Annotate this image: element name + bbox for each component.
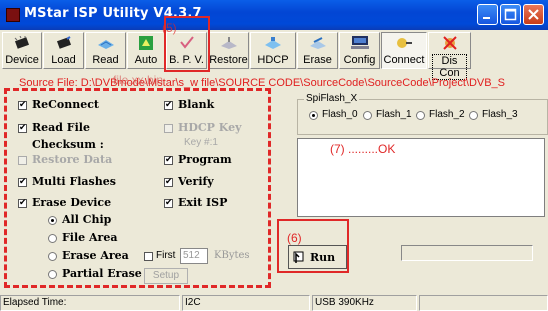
toolbar-config-button[interactable]: Config	[339, 32, 380, 69]
toolbar-disconnect-button[interactable]: Dis Con	[428, 32, 471, 80]
reconnect-checkbox[interactable]	[18, 99, 27, 110]
toolbar-device-button[interactable]: Device	[2, 32, 42, 69]
hdcp-icon	[265, 37, 281, 49]
multi-flashes-checkbox[interactable]	[18, 176, 27, 187]
hdcp-key-checkbox[interactable]	[164, 124, 173, 133]
erase-icon	[309, 37, 326, 49]
blank-label: Blank	[178, 98, 215, 111]
status-interface: I2C	[182, 295, 310, 311]
exit-isp-label: Exit ISP	[178, 196, 228, 209]
verify-checkbox[interactable]	[164, 176, 173, 187]
program-checkbox[interactable]	[164, 154, 173, 165]
file-area-label: File Area	[62, 231, 118, 244]
erase-device-checkbox[interactable]	[18, 197, 27, 208]
run-icon	[293, 251, 304, 263]
exit-isp-checkbox[interactable]	[164, 197, 173, 208]
erase-area-label: Erase Area	[62, 249, 129, 262]
maximize-icon	[504, 8, 517, 21]
progress-bar	[401, 245, 533, 261]
toolbar-restore-button[interactable]: Restore	[208, 32, 249, 69]
auto-icon	[139, 36, 153, 50]
key-number-label: Key #:1	[184, 137, 218, 148]
toolbar-erase-button[interactable]: Erase	[297, 32, 338, 69]
reconnect-label: ReConnect	[32, 98, 100, 111]
erase-area-radio[interactable]	[48, 252, 57, 261]
setup-button[interactable]: Setup	[144, 268, 188, 284]
first-label: First	[156, 250, 176, 261]
file-area-radio[interactable]	[48, 234, 57, 243]
app-icon	[6, 8, 20, 22]
overlay-filename: file.xx.bin	[113, 73, 164, 87]
run-button[interactable]: Run	[288, 245, 347, 269]
partial-erase-label: Partial Erase	[62, 267, 142, 280]
toolbar-load-button[interactable]: Load	[43, 32, 84, 69]
disconnect-icon	[442, 36, 457, 50]
first-checkbox[interactable]	[144, 252, 153, 261]
maximize-button[interactable]	[500, 4, 521, 25]
flash2-label: Flash_2	[429, 109, 465, 120]
annotation-step6: (6)	[287, 231, 302, 245]
erase-device-label: Erase Device	[32, 196, 112, 209]
minimize-button[interactable]	[477, 4, 498, 25]
partial-erase-radio[interactable]	[48, 270, 57, 279]
close-button[interactable]	[523, 4, 544, 25]
restore-icon	[220, 37, 237, 49]
status-elapsed-time: Elapsed Time:	[0, 295, 180, 311]
kbytes-label: KBytes	[214, 250, 250, 261]
all-chip-label: All Chip	[62, 213, 112, 226]
toolbar-auto-button[interactable]: Auto	[127, 32, 165, 69]
run-label: Run	[310, 251, 336, 264]
status-extra	[419, 295, 548, 311]
flash0-radio[interactable]	[309, 111, 318, 120]
annotation-step5: (5)	[162, 21, 177, 35]
toolbar-read-button[interactable]: Read	[85, 32, 126, 69]
close-icon	[528, 9, 539, 20]
flash0-label: Flash_0	[322, 109, 358, 120]
flash3-label: Flash_3	[482, 109, 518, 120]
flash1-label: Flash_1	[376, 109, 412, 120]
spiflash-legend: SpiFlash_X	[304, 93, 360, 104]
all-chip-radio[interactable]	[48, 216, 57, 225]
restore-data-checkbox[interactable]	[18, 156, 27, 165]
toolbar-hdcp-button[interactable]: HDCP	[250, 32, 296, 69]
flash3-radio[interactable]	[469, 111, 478, 120]
toolbar-connect-button[interactable]: Connect	[381, 32, 427, 69]
blank-checkbox[interactable]	[164, 99, 173, 110]
chip-read-icon	[97, 40, 114, 49]
first-size-input[interactable]: 512	[180, 248, 208, 264]
hdcp-key-label: HDCP Key	[178, 121, 242, 134]
multi-flashes-label: Multi Flashes	[32, 175, 116, 188]
restore-data-label: Restore Data	[32, 153, 113, 166]
connect-icon	[397, 38, 412, 48]
minimize-icon	[483, 17, 490, 19]
read-file-checkbox[interactable]	[18, 122, 27, 133]
status-usb-speed: USB 390KHz	[312, 295, 417, 311]
read-file-label: Read File	[32, 121, 90, 134]
flash2-radio[interactable]	[416, 111, 425, 120]
verify-label: Verify	[178, 175, 214, 188]
flash1-radio[interactable]	[363, 111, 372, 120]
program-label: Program	[178, 153, 232, 166]
chip-icon	[56, 36, 71, 49]
checksum-label: Checksum :	[32, 138, 104, 151]
computer-icon	[350, 36, 369, 49]
chip-icon	[14, 36, 30, 49]
annotation-step7: (7) .........OK	[330, 142, 396, 156]
